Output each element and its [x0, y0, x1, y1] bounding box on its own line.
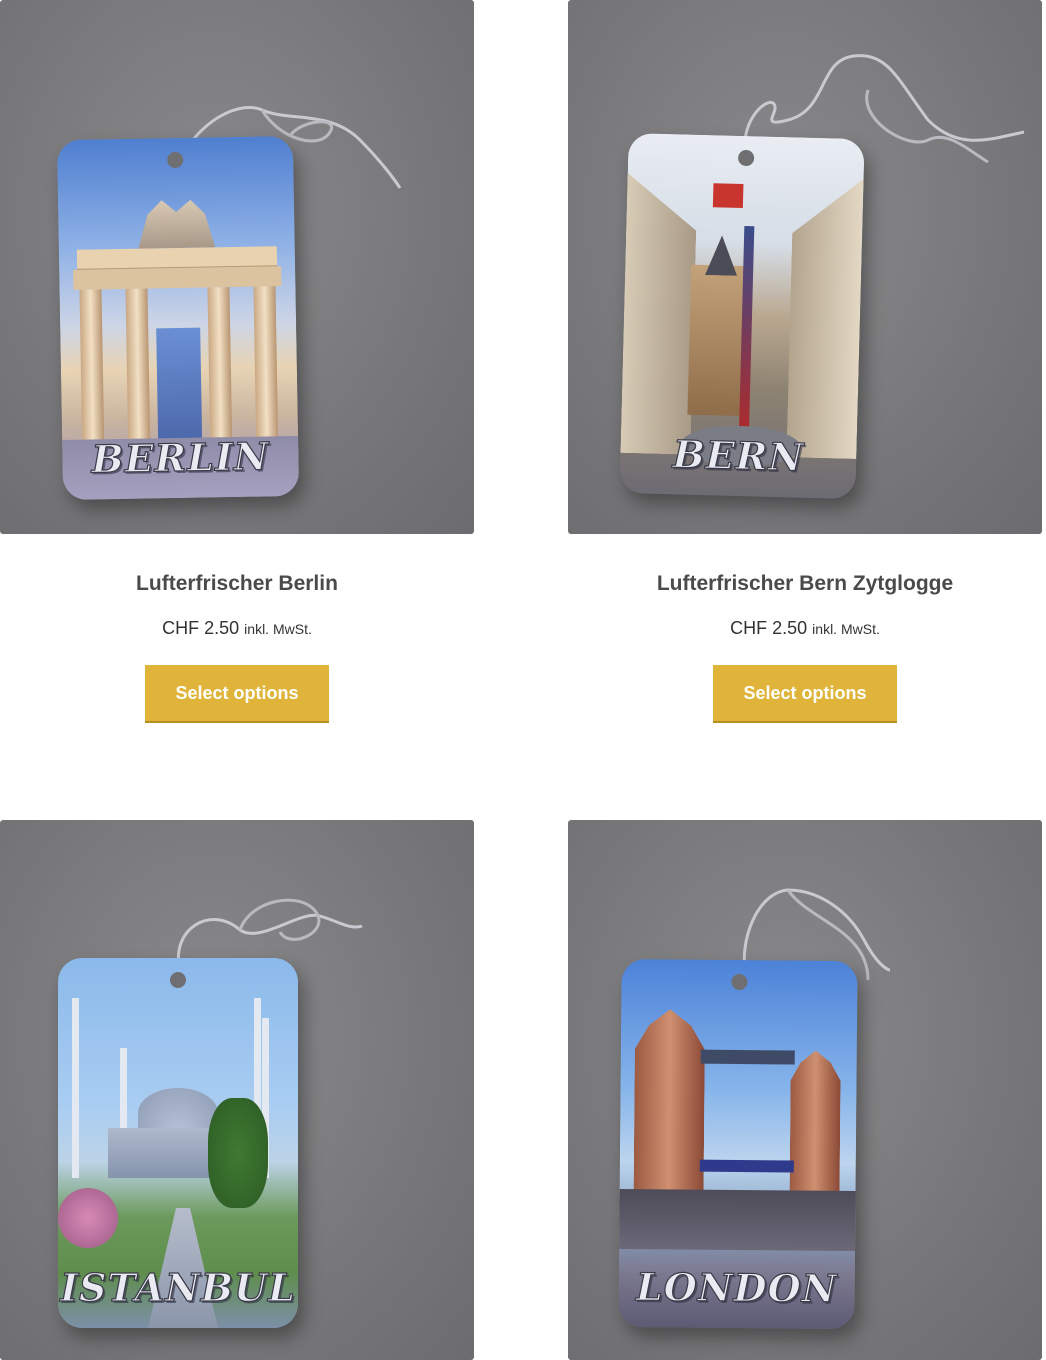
london-tag: LONDON: [618, 958, 858, 1330]
tag-city-label: BERLIN: [91, 433, 271, 482]
product-price: CHF 2.50: [162, 618, 240, 638]
tag-hole: [731, 973, 748, 991]
product-image[interactable]: ISTANBUL: [0, 820, 474, 1360]
select-options-button[interactable]: Select options: [145, 665, 329, 723]
product-title[interactable]: Lufterfrischer Berlin: [0, 572, 474, 596]
product-info: Lufterfrischer Bern Zytglogge CHF 2.50 i…: [568, 534, 1042, 723]
tax-note: inkl. MwSt.: [244, 621, 312, 637]
tag-city-label: LONDON: [635, 1264, 838, 1312]
product-price: CHF 2.50: [730, 618, 808, 638]
tax-note: inkl. MwSt.: [812, 621, 880, 637]
product-card: ISTANBUL: [0, 820, 474, 1360]
berlin-tag: BERLIN: [56, 135, 300, 501]
product-title[interactable]: Lufterfrischer Bern Zytglogge: [568, 572, 1042, 596]
tag-city-label: BERN: [671, 431, 805, 481]
product-image[interactable]: BERLIN: [0, 0, 474, 534]
select-options-button[interactable]: Select options: [713, 665, 897, 723]
product-image[interactable]: BERN: [568, 0, 1042, 534]
product-price-row: CHF 2.50 inkl. MwSt.: [568, 618, 1042, 639]
product-price-row: CHF 2.50 inkl. MwSt.: [0, 618, 474, 639]
product-card: LONDON: [568, 820, 1042, 1360]
tag-city-label: ISTANBUL: [60, 1264, 296, 1310]
product-info: Lufterfrischer Berlin CHF 2.50 inkl. MwS…: [0, 534, 474, 723]
product-image[interactable]: LONDON: [568, 820, 1042, 1360]
tag-hole: [170, 972, 186, 988]
bern-tag: BERN: [619, 132, 865, 500]
istanbul-tag: ISTANBUL: [58, 958, 298, 1328]
product-card: BERLIN Lufterfrischer Berlin CHF 2.50 in…: [0, 0, 474, 723]
product-card: BERN Lufterfrischer Bern Zytglogge CHF 2…: [568, 0, 1042, 723]
